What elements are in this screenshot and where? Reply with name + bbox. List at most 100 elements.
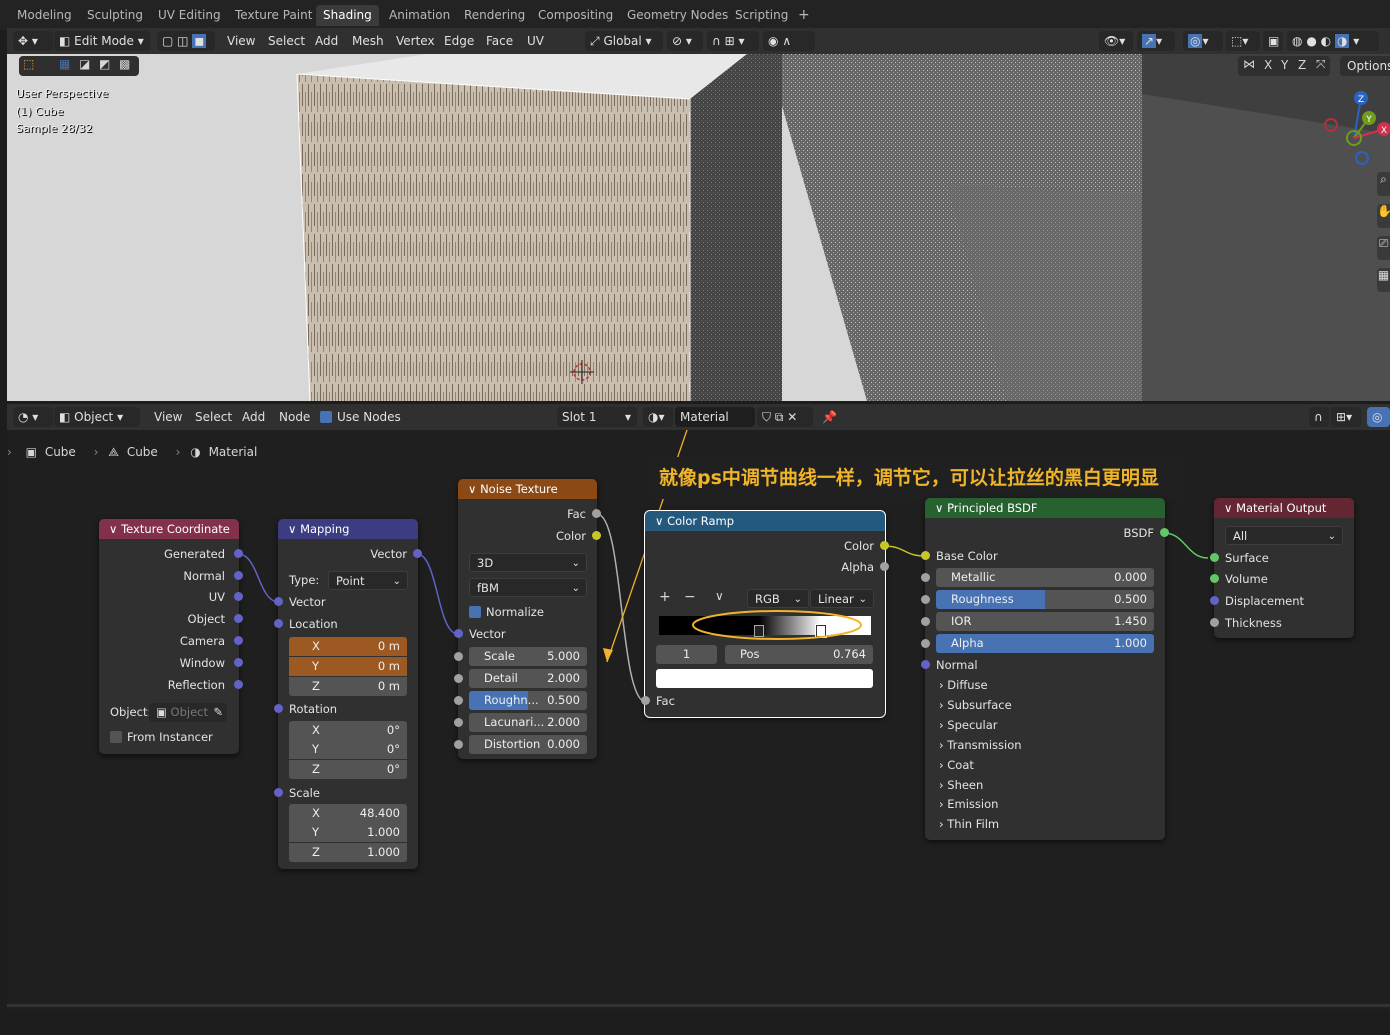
rotation-z-field[interactable]: Z 0° [289, 760, 407, 779]
node-header[interactable]: ∨ Noise Texture [458, 479, 597, 499]
mirror-axis-buttons[interactable]: ⋈ X Y Z ⤧ [1238, 56, 1330, 76]
vector-socket[interactable] [234, 614, 243, 623]
proportional-edit-toggle[interactable]: ◉ ∧ [763, 31, 815, 51]
menu-vertex[interactable]: Vertex [396, 32, 435, 50]
unlink-x-icon[interactable]: ✕ [787, 410, 797, 424]
metallic-field[interactable]: Metallic 0.000 [921, 568, 1154, 587]
float-socket[interactable] [592, 509, 601, 518]
scale-y-field[interactable]: Y 1.000 [289, 823, 407, 842]
select-box-icon[interactable]: ⬚ [23, 57, 34, 71]
pin-icon[interactable]: 📌 [822, 408, 837, 426]
zoom-icon[interactable]: ⌕ [1377, 172, 1390, 196]
float-socket[interactable] [454, 652, 463, 661]
material-output-node[interactable]: ∨ Material Output All ⌄ Surface Volume Di… [1210, 498, 1354, 638]
topology-mirror-icon[interactable]: ⤧ [1316, 57, 1326, 72]
location-x-field[interactable]: X 0 m [289, 637, 407, 656]
eyedropper-icon[interactable]: ✎ [213, 703, 223, 722]
float-socket[interactable] [641, 696, 650, 705]
options-button[interactable]: Options [1340, 56, 1390, 76]
collapse-chevron-icon[interactable]: ∨ [109, 522, 117, 536]
vector-socket[interactable] [234, 636, 243, 645]
collapse-chevron-icon[interactable]: ∨ [288, 522, 296, 536]
xray-toggle[interactable]: ▣ [1263, 31, 1283, 51]
menu-select[interactable]: Select [268, 32, 305, 50]
tab-sculpting[interactable]: Sculpting [80, 5, 150, 26]
color-socket[interactable] [921, 551, 930, 560]
node-editor-canvas[interactable]: › ▣ Cube › ⟁ Cube › ◑ Material ∨ Texture… [7, 430, 1390, 1010]
node-menu-select[interactable]: Select [195, 408, 232, 426]
float-socket[interactable] [454, 718, 463, 727]
scale-x-field[interactable]: X 48.400 [289, 804, 407, 823]
mode-dropdown[interactable]: ◧ Edit Mode ▾ [54, 31, 150, 51]
ior-field[interactable]: IOR 1.450 [921, 612, 1154, 631]
camera-icon[interactable]: ⎚ [1377, 236, 1390, 260]
mapping-type-dropdown[interactable]: Point ⌄ [328, 571, 408, 590]
vector-socket[interactable] [274, 619, 283, 628]
collapse-chevron-icon[interactable]: ∨ [468, 482, 476, 496]
vector-socket[interactable] [274, 788, 283, 797]
float-socket[interactable] [454, 674, 463, 683]
face-select-icon[interactable]: ◼ [192, 34, 207, 48]
visibility-dropdown[interactable]: 👁▾ [1099, 31, 1133, 51]
add-stop-button[interactable]: + [659, 589, 671, 605]
shader-object-dropdown[interactable]: ◧ Object ▾ [54, 407, 140, 427]
menu-add[interactable]: Add [315, 32, 338, 50]
use-nodes-checkbox[interactable]: Use Nodes [320, 408, 401, 426]
ortho-grid-icon[interactable]: ▦ [1377, 268, 1390, 292]
node-header[interactable]: ∨ Color Ramp [645, 511, 885, 531]
collapse-chevron-icon[interactable]: ∨ [935, 501, 943, 515]
object-picker-field[interactable]: ▣ Object ✎ [149, 703, 227, 722]
pan-hand-icon[interactable]: ✋ [1377, 204, 1390, 228]
select-extend-icon[interactable]: ◪ [79, 57, 90, 71]
roughness-field[interactable]: Roughn... 0.500 [454, 691, 587, 710]
node-menu-add[interactable]: Add [242, 408, 265, 426]
collapse-chevron-icon[interactable]: ∨ [1224, 501, 1232, 515]
normalize-checkbox[interactable]: Normalize [458, 602, 597, 622]
active-stop-index-field[interactable]: 1 [656, 645, 717, 664]
panel-diffuse[interactable]: › Diffuse [939, 678, 988, 692]
mesh-overlay-dropdown[interactable]: ⬚▾ [1226, 31, 1260, 51]
vector-socket[interactable] [234, 571, 243, 580]
wireframe-shading-icon[interactable]: ◍ [1292, 34, 1302, 48]
dimensions-dropdown[interactable]: 3D ⌄ [469, 553, 587, 572]
axis-y-toggle[interactable]: Y [1281, 58, 1288, 72]
vector-socket[interactable] [454, 629, 463, 638]
principled-bsdf-node[interactable]: ∨ Principled BSDF BSDF Base Color Metall… [921, 498, 1169, 840]
vector-socket[interactable] [234, 658, 243, 667]
scale-z-field[interactable]: Z 1.000 [289, 843, 407, 862]
scale-field[interactable]: Scale 5.000 [454, 647, 587, 666]
float-socket[interactable] [921, 595, 930, 604]
rendered-shading-icon[interactable]: ◑ [1334, 34, 1350, 48]
location-y-field[interactable]: Y 0 m [289, 657, 407, 676]
menu-view[interactable]: View [227, 32, 255, 50]
float-socket[interactable] [454, 696, 463, 705]
select-intersect-icon[interactable]: ▩ [119, 57, 130, 71]
vector-socket[interactable] [921, 660, 930, 669]
material-shading-icon[interactable]: ◐ [1321, 34, 1331, 48]
vector-socket[interactable] [274, 597, 283, 606]
editor-scrollbar[interactable] [7, 1004, 1390, 1007]
noise-texture-node[interactable]: ∨ Noise Texture Fac Color 3D ⌄ fBM ⌄ Norma… [454, 479, 601, 759]
tab-uv-editing[interactable]: UV Editing [151, 5, 228, 26]
node-editor-type-button[interactable]: ◔ ▾ [13, 407, 53, 427]
select-new-icon[interactable]: ▦ [59, 57, 70, 71]
distortion-field[interactable]: Distortion 0.000 [454, 735, 587, 754]
shader-socket[interactable] [1210, 553, 1219, 562]
detail-field[interactable]: Detail 2.000 [454, 669, 587, 688]
fake-user-shield-icon[interactable]: ⛉ [762, 410, 771, 424]
solid-shading-icon[interactable]: ● [1306, 34, 1316, 48]
mapping-node[interactable]: ∨ Mapping Vector Type: Point ⌄ Vector Loc… [274, 519, 422, 869]
vector-socket[interactable] [234, 680, 243, 689]
texture-coordinate-node[interactable]: ∨ Texture Coordinate Generated Normal UV… [99, 519, 243, 754]
panel-specular[interactable]: › Specular [939, 718, 998, 732]
color-mode-dropdown[interactable]: RGB ⌄ [747, 589, 809, 608]
edge-select-icon[interactable]: ◫ [177, 34, 188, 48]
orientation-dropdown[interactable]: ⤢ Global ▾ [585, 31, 663, 51]
panel-transmission[interactable]: › Transmission [939, 738, 1022, 752]
add-workspace-button[interactable]: + [791, 5, 817, 26]
tab-animation[interactable]: Animation [382, 5, 457, 26]
target-dropdown[interactable]: All ⌄ [1225, 526, 1343, 545]
stop-position-field[interactable]: Pos 0.764 [725, 645, 873, 664]
select-mode-buttons[interactable]: ▢ ◫ ◼ [157, 31, 215, 51]
tab-shading[interactable]: Shading [316, 5, 379, 26]
